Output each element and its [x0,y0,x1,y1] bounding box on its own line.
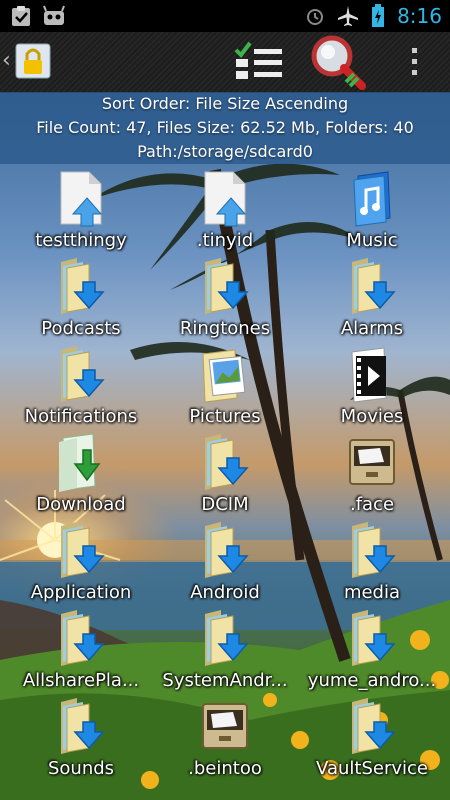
checklist-icon[interactable] [232,40,286,86]
file-grid-item-label: .beintoo [188,758,262,779]
folder-download-icon [53,344,109,404]
file-grid-item-label: VaultService [316,758,428,779]
file-grid: testthingy .tinyid Music Podcasts Ringto… [0,164,450,800]
movies-folder-icon [344,344,400,404]
file-grid-item-label: testthingy [35,230,127,251]
pictures-folder-icon [197,344,253,404]
folder-download-icon [344,608,400,668]
search-magnifier-icon[interactable] [306,34,370,90]
file-grid-item-label: Movies [340,406,404,427]
file-upload-icon [53,168,109,228]
file-grid-item[interactable]: DCIM [150,432,300,520]
status-bar: 8:16 [0,0,450,32]
folder-download-icon [53,520,109,580]
file-grid-item[interactable]: media [297,520,447,608]
archive-drawer-icon [197,696,253,756]
file-grid-item-label: media [343,582,401,603]
archive-drawer-icon [344,432,400,492]
file-grid-item[interactable]: .tinyid [150,168,300,256]
sort-order-text: Sort Order: File Size Ascending [101,94,349,113]
file-count-text: File Count: 47, Files Size: 62.52 Mb, Fo… [36,118,414,137]
file-grid-item[interactable]: .face [297,432,447,520]
alarm-icon [307,9,324,25]
folder-download-icon [197,432,253,492]
file-grid-item-label: Sounds [47,758,115,779]
file-grid-item-label: SystemAndr... [162,670,288,691]
file-grid-item[interactable]: testthingy [6,168,156,256]
airplane-mode-icon [338,6,359,26]
clock: 8:16 [397,4,442,28]
file-grid-item[interactable]: Application [6,520,156,608]
file-upload-icon [197,168,253,228]
folder-download-icon [197,608,253,668]
file-grid-item[interactable]: Podcasts [6,256,156,344]
file-grid-item-label: Pictures [189,406,261,427]
file-grid-item[interactable]: Notifications [6,344,156,432]
file-grid-item-label: Podcasts [41,318,121,339]
file-grid-item-label: AllsharePla... [22,670,140,691]
download-folder-icon [53,432,109,492]
file-grid-item[interactable]: Movies [297,344,447,432]
action-bar: ‹ [0,32,450,93]
file-grid-item[interactable]: AllsharePla... [6,608,156,696]
file-grid-item[interactable]: Music [297,168,447,256]
file-grid-item-label: DCIM [201,494,249,515]
folder-download-icon [197,520,253,580]
file-grid-item[interactable]: VaultService [297,696,447,784]
file-grid-item-label: Music [346,230,398,251]
file-grid-item-label: .tinyid [196,230,254,251]
file-grid-item-label: .face [349,494,395,515]
overflow-menu-icon[interactable] [404,42,424,82]
folder-download-icon [344,256,400,316]
file-grid-item[interactable]: Download [6,432,156,520]
file-grid-item-label: yume_andro... [307,670,437,691]
folder-download-icon [197,256,253,316]
file-grid-item[interactable]: Android [150,520,300,608]
folder-download-icon [53,696,109,756]
file-grid-item-label: Ringtones [179,318,271,339]
folder-download-icon [344,520,400,580]
folder-download-icon [53,256,109,316]
file-grid-item-label: Android [190,582,260,603]
file-grid-item[interactable]: .beintoo [150,696,300,784]
file-grid-item[interactable]: SystemAndr... [150,608,300,696]
clipboard-check-icon [12,6,30,26]
file-grid-item[interactable]: Pictures [150,344,300,432]
file-grid-item-label: Notifications [24,406,138,427]
app-lock-icon[interactable] [12,40,54,82]
file-grid-item-label: Application [30,582,132,603]
directory-info-panel: Sort Order: File Size Ascending File Cou… [0,92,450,164]
file-grid-item[interactable]: yume_andro... [297,608,447,696]
file-grid-item[interactable]: Sounds [6,696,156,784]
folder-download-icon [344,696,400,756]
file-grid-item[interactable]: Alarms [297,256,447,344]
battery-charging-icon [372,4,385,27]
path-text: Path:/storage/sdcard0 [137,142,313,161]
music-folder-icon [344,168,400,228]
android-face-icon [43,5,65,25]
file-grid-item-label: Download [36,494,126,515]
folder-download-icon [53,608,109,668]
file-grid-item[interactable]: Ringtones [150,256,300,344]
file-grid-item-label: Alarms [340,318,404,339]
